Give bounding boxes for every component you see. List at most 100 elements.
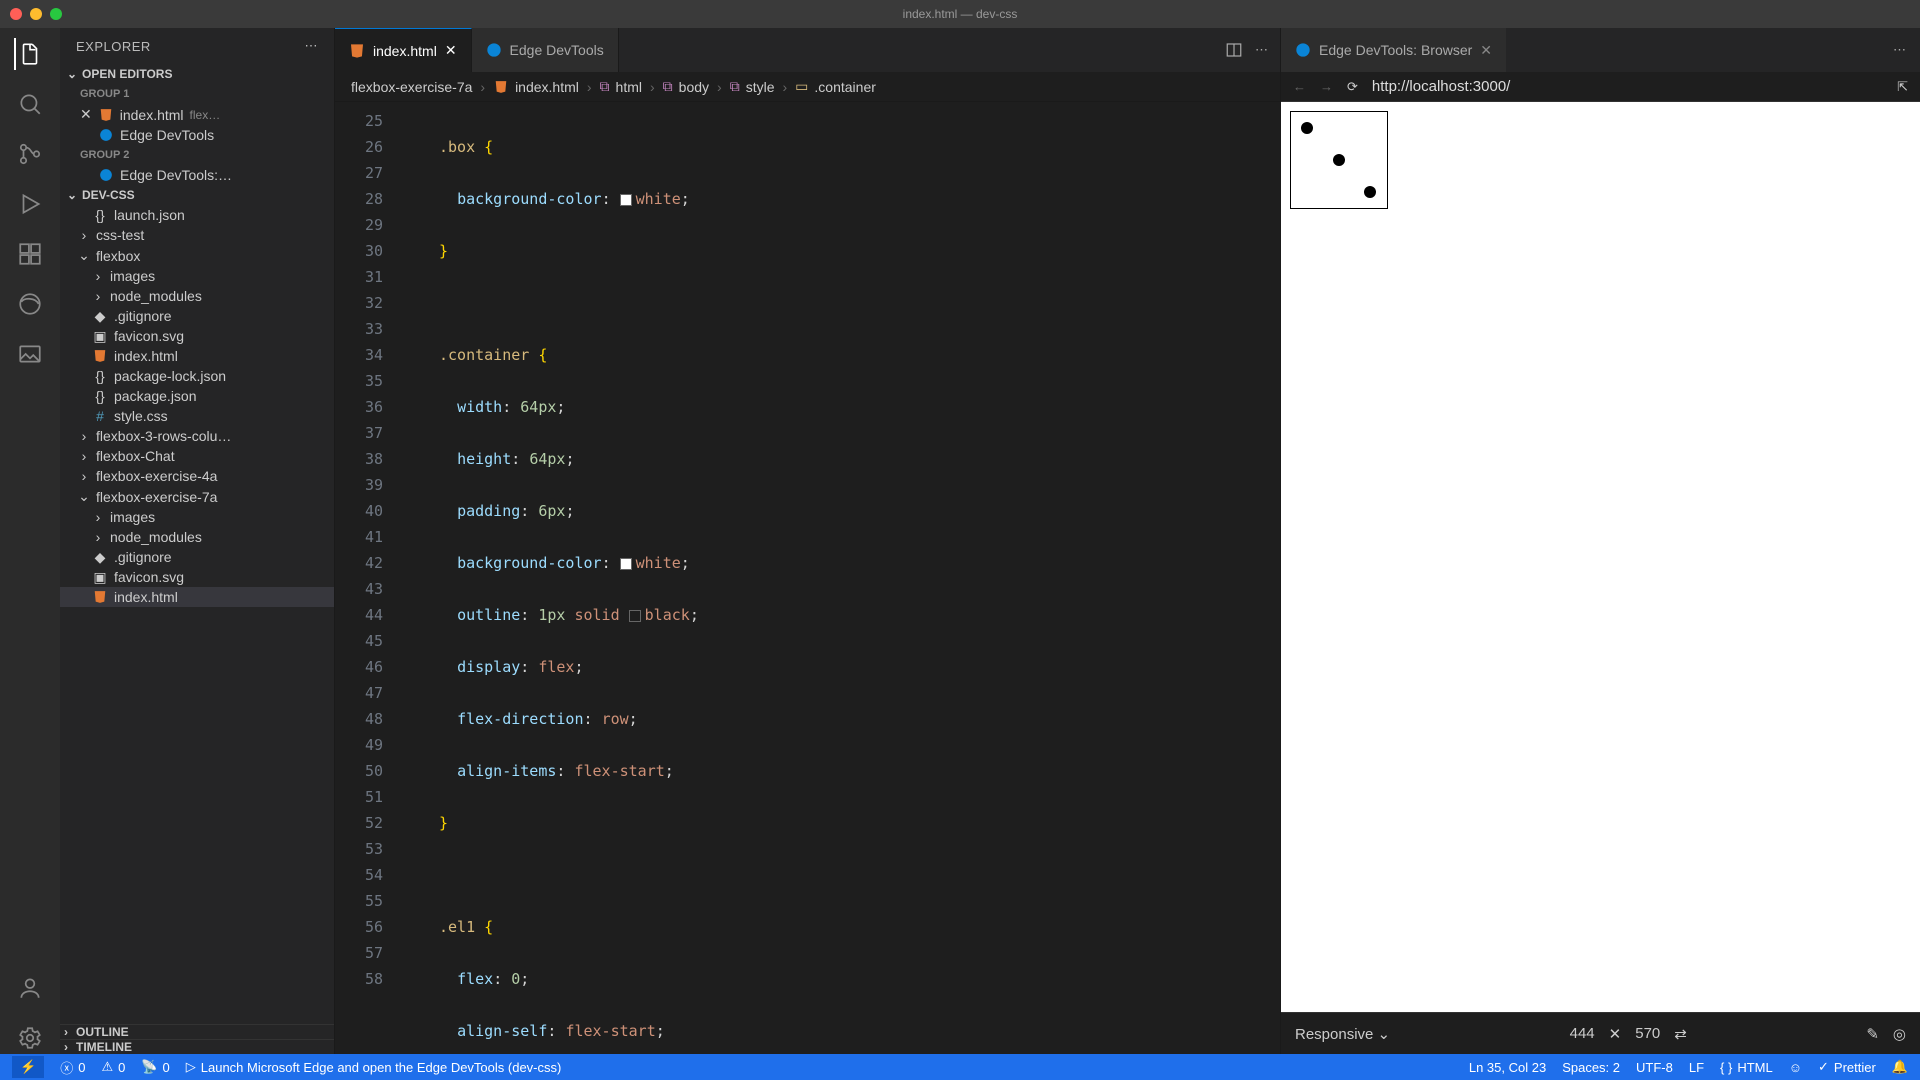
viewport-height[interactable]: 570 [1635, 1025, 1660, 1042]
image-icon[interactable] [14, 338, 46, 370]
search-icon[interactable] [14, 88, 46, 120]
tree-item-folder[interactable]: ›node_modules [60, 286, 334, 306]
open-editor-filename: Edge DevTools [120, 127, 214, 143]
chevron-right-icon: › [587, 79, 592, 95]
rotate-icon[interactable]: ⇄ [1674, 1025, 1687, 1043]
edit-icon[interactable]: ✎ [1866, 1025, 1879, 1043]
remote-icon[interactable]: ⚡ [12, 1056, 44, 1078]
status-launch[interactable]: ▷ Launch Microsoft Edge and open the Edg… [186, 1059, 562, 1075]
edge-icon [98, 127, 114, 143]
status-errors[interactable]: ⓧ 0 [60, 1058, 85, 1077]
chevron-right-icon: › [60, 1040, 72, 1054]
editor-tabs: index.html ✕ Edge DevTools ⋯ [335, 28, 1280, 72]
forward-icon[interactable]: → [1320, 79, 1333, 94]
open-editor-item[interactable]: ✕ index.html flex… [60, 104, 334, 125]
tree-item-folder[interactable]: ›images [60, 266, 334, 286]
settings-gear-icon[interactable] [14, 1022, 46, 1054]
status-language[interactable]: { } HTML [1720, 1060, 1773, 1075]
tree-item-folder[interactable]: ›flexbox-Chat [60, 446, 334, 466]
tree-item-folder[interactable]: ›css-test [60, 225, 334, 245]
status-encoding[interactable]: UTF-8 [1636, 1060, 1673, 1075]
run-debug-icon[interactable] [14, 188, 46, 220]
crumb[interactable]: ▭.container [795, 78, 876, 95]
close-window-button[interactable] [10, 8, 22, 20]
code-editor[interactable]: 25 26 27 28 29 30 31 32 33 34 35 36 37 3… [335, 102, 1280, 1054]
crumb[interactable]: ⧉style [730, 78, 775, 95]
minimize-window-button[interactable] [30, 8, 42, 20]
back-icon[interactable]: ← [1293, 79, 1306, 94]
tree-item-folder[interactable]: ›images [60, 507, 334, 527]
edge-icon [486, 42, 502, 58]
tree-item-folder[interactable]: ›node_modules [60, 527, 334, 547]
responsive-dropdown[interactable]: Responsive ⌄ [1295, 1025, 1390, 1043]
status-eol[interactable]: LF [1689, 1060, 1704, 1075]
tree-item-file[interactable]: ▣favicon.svg [60, 326, 334, 346]
explorer-icon[interactable] [14, 38, 46, 70]
browser-preview[interactable] [1281, 102, 1920, 1012]
more-icon[interactable]: ⋯ [1893, 42, 1906, 58]
open-editors-header[interactable]: ⌄ OPEN EDITORS [60, 64, 334, 84]
tree-item-file[interactable]: {}package.json [60, 386, 334, 406]
tree-item-file[interactable]: index.html [60, 587, 334, 607]
edge-tools-icon[interactable] [14, 288, 46, 320]
chevron-down-icon: ⌄ [66, 67, 78, 81]
crumb[interactable]: ⧉html [600, 78, 642, 95]
tab-edge-devtools[interactable]: Edge DevTools [472, 28, 619, 72]
extensions-icon[interactable] [14, 238, 46, 270]
status-prettier[interactable]: ✓ Prettier [1818, 1059, 1876, 1075]
tree-item-file[interactable]: ▣favicon.svg [60, 567, 334, 587]
breadcrumbs[interactable]: flexbox-exercise-7a› index.html› ⧉html› … [335, 72, 1280, 102]
open-editor-item[interactable]: Edge DevTools:… [60, 165, 334, 185]
more-icon[interactable]: ⋯ [305, 38, 319, 54]
workspace-header[interactable]: ⌄ DEV-CSS [60, 185, 334, 205]
svg-file-icon: ▣ [92, 569, 108, 585]
chevron-down-icon: ⌄ [78, 488, 90, 505]
file-tree: {}launch.json ›css-test ⌄flexbox ›images… [60, 205, 334, 1024]
json-file-icon: {} [92, 368, 108, 384]
close-icon[interactable]: ✕ [445, 42, 457, 59]
split-editor-icon[interactable] [1225, 41, 1243, 59]
url-bar[interactable]: http://localhost:3000/ [1372, 78, 1883, 95]
close-icon[interactable]: ✕ [1609, 1025, 1622, 1043]
sidebar-title: EXPLORER ⋯ [60, 28, 334, 64]
crumb[interactable]: flexbox-exercise-7a [351, 79, 472, 95]
status-lncol[interactable]: Ln 35, Col 23 [1469, 1060, 1546, 1075]
tree-item-folder[interactable]: ›flexbox-3-rows-colu… [60, 426, 334, 446]
close-icon[interactable]: ✕ [80, 106, 92, 123]
tab-edge-browser[interactable]: Edge DevTools: Browser ✕ [1281, 28, 1506, 72]
target-icon[interactable]: ◎ [1893, 1025, 1906, 1043]
tree-item-file[interactable]: {}launch.json [60, 205, 334, 225]
crumb[interactable]: ⧉body [663, 78, 709, 95]
timeline-header[interactable]: › TIMELINE [60, 1039, 334, 1054]
tree-item-file[interactable]: {}package-lock.json [60, 366, 334, 386]
open-editor-item[interactable]: Edge DevTools [60, 125, 334, 145]
tree-item-file[interactable]: index.html [60, 346, 334, 366]
reload-icon[interactable]: ⟳ [1347, 79, 1358, 95]
status-warnings[interactable]: ⚠ 0 [101, 1059, 125, 1075]
close-icon[interactable]: ✕ [1480, 42, 1492, 59]
source-control-icon[interactable] [14, 138, 46, 170]
chevron-right-icon: › [78, 428, 90, 444]
crumb[interactable]: index.html [493, 79, 579, 95]
status-radio[interactable]: 📡 0 [141, 1059, 169, 1075]
status-spaces[interactable]: Spaces: 2 [1562, 1060, 1620, 1075]
code-content[interactable]: .box { background-color: white; } .conta… [399, 102, 1280, 1054]
tree-item-file[interactable]: ◆.gitignore [60, 547, 334, 567]
chevron-right-icon: › [783, 79, 788, 95]
more-icon[interactable]: ⋯ [1255, 42, 1268, 58]
tree-item-file[interactable]: ◆.gitignore [60, 306, 334, 326]
accounts-icon[interactable] [14, 972, 46, 1004]
outline-header[interactable]: › OUTLINE [60, 1024, 334, 1039]
tree-item-folder[interactable]: ⌄flexbox [60, 245, 334, 266]
tree-item-folder[interactable]: ⌄flexbox-exercise-7a [60, 486, 334, 507]
maximize-window-button[interactable] [50, 8, 62, 20]
status-smile-icon[interactable]: ☺ [1789, 1060, 1802, 1075]
status-bell-icon[interactable]: 🔔 [1892, 1059, 1908, 1075]
panel-actions: ⋯ [1879, 28, 1920, 72]
viewport-width[interactable]: 444 [1570, 1025, 1595, 1042]
tree-item-file[interactable]: #style.css [60, 406, 334, 426]
open-external-icon[interactable]: ⇱ [1897, 79, 1908, 95]
status-bar: ⚡ ⓧ 0 ⚠ 0 📡 0 ▷ Launch Microsoft Edge an… [0, 1054, 1920, 1080]
tree-item-folder[interactable]: ›flexbox-exercise-4a [60, 466, 334, 486]
tab-index-html[interactable]: index.html ✕ [335, 28, 472, 72]
